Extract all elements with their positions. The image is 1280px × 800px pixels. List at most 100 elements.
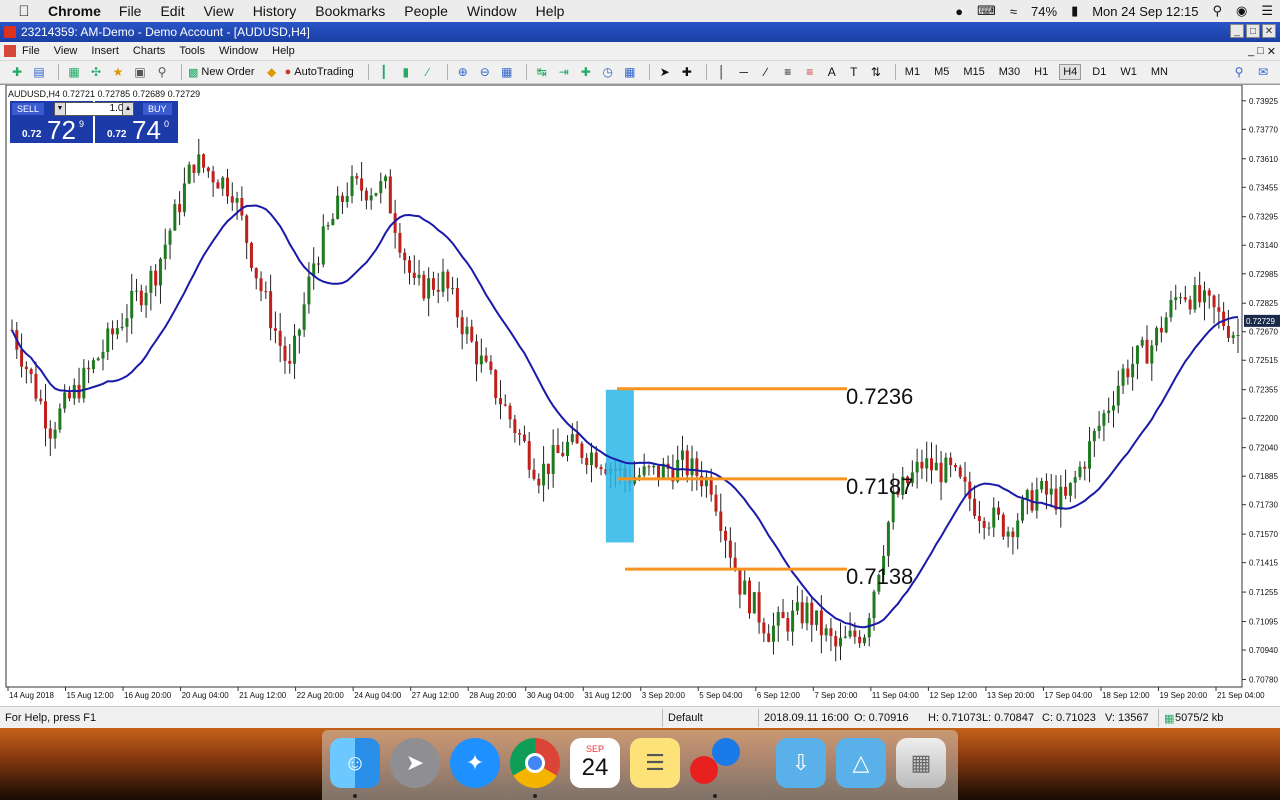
trendline-icon[interactable]: ∕ <box>757 63 775 81</box>
terminal-icon[interactable]: ▣ <box>131 63 149 81</box>
bear-candle <box>494 369 498 399</box>
timeframe-m30[interactable]: M30 <box>996 65 1023 79</box>
downloads-folder-icon[interactable]: ⇩ <box>776 738 826 788</box>
keyboard-icon[interactable]: ⌨ <box>977 3 996 19</box>
wifi-icon[interactable]: ≈ <box>1010 4 1017 19</box>
cursor-icon[interactable]: ➤ <box>656 63 674 81</box>
menubar-datetime[interactable]: Mon 24 Sep 12:15 <box>1092 4 1198 19</box>
indicators-icon[interactable]: ✚ <box>577 63 595 81</box>
strategy-tester-icon[interactable]: ⚲ <box>153 63 171 81</box>
spotlight-icon[interactable]: ⚲ <box>1212 3 1222 19</box>
menubar-history[interactable]: History <box>253 3 297 19</box>
chart-canvas[interactable]: 0.73925 0.73770 0.73610 0.73455 0.73295 0.731… <box>0 85 1280 707</box>
app-menu-charts[interactable]: Charts <box>133 45 165 57</box>
app-menu-help[interactable]: Help <box>272 45 295 57</box>
timeframe-m5[interactable]: M5 <box>931 65 952 79</box>
menubar-app-name[interactable]: Chrome <box>48 3 101 19</box>
launchpad-icon[interactable]: ➤ <box>390 738 440 788</box>
date-tick-label: 7 Sep 20:00 <box>814 691 858 700</box>
menubar-people[interactable]: People <box>404 3 448 19</box>
crosshair-icon[interactable]: ✚ <box>678 63 696 81</box>
status-profile[interactable]: Default <box>668 712 703 724</box>
timeframe-d1[interactable]: D1 <box>1089 65 1109 79</box>
siri-icon[interactable]: ◉ <box>1236 3 1247 19</box>
photo-booth-icon[interactable] <box>690 738 740 788</box>
close-button[interactable]: ✕ <box>1262 24 1276 38</box>
bear-candle <box>810 602 814 625</box>
data-window-icon[interactable]: ✣ <box>87 63 105 81</box>
text-icon[interactable]: A <box>823 63 841 81</box>
battery-percent[interactable]: 74% <box>1031 4 1057 19</box>
safari-icon[interactable]: ✦ <box>450 738 500 788</box>
app-menu-insert[interactable]: Insert <box>91 45 119 57</box>
minimize-button[interactable]: _ <box>1230 24 1244 38</box>
templates-icon[interactable]: ▦ <box>621 63 639 81</box>
auto-scroll-icon[interactable]: ↹ <box>533 63 551 81</box>
menubar-view[interactable]: View <box>204 3 234 19</box>
maximize-button[interactable]: □ <box>1246 24 1260 38</box>
fibonacci-icon[interactable]: ≡ <box>801 63 819 81</box>
candlestick-icon[interactable]: ▮ <box>397 63 415 81</box>
date-tick-label: 15 Aug 12:00 <box>67 691 115 700</box>
bull-candle <box>915 461 919 473</box>
drive-folder-icon[interactable]: △ <box>836 738 886 788</box>
line-chart-icon[interactable]: ∕ <box>419 63 437 81</box>
creative-cloud-icon[interactable]: ● <box>955 4 963 19</box>
bar-chart-icon[interactable]: ┃ <box>375 63 393 81</box>
market-watch-icon[interactable]: ▦ <box>65 63 83 81</box>
timeframe-m1[interactable]: M1 <box>902 65 923 79</box>
photo-booth-running-indicator <box>713 794 717 798</box>
tile-windows-icon[interactable]: ▦ <box>498 63 516 81</box>
new-order-button[interactable]: ▩ New Order <box>188 66 255 79</box>
lot-increase-button[interactable]: ▲ <box>122 102 134 116</box>
bear-candle <box>513 419 517 434</box>
timeframe-w1[interactable]: W1 <box>1117 65 1140 79</box>
new-chart-icon[interactable]: ✚ <box>8 63 26 81</box>
notes-icon[interactable]: ☰ <box>630 738 680 788</box>
finder-icon[interactable]: ☺ <box>330 738 380 788</box>
menubar-file[interactable]: File <box>119 3 142 19</box>
timeframe-h4[interactable]: H4 <box>1059 64 1082 80</box>
channel-icon[interactable]: ≡ <box>779 63 797 81</box>
apple-icon[interactable]:  <box>0 3 48 20</box>
periods-icon[interactable]: ◷ <box>599 63 617 81</box>
timeframe-mn[interactable]: MN <box>1148 65 1171 79</box>
mdi-minimize-button[interactable]: _ <box>1248 45 1254 58</box>
profiles-icon[interactable]: ▤ <box>30 63 48 81</box>
auto-trading-button[interactable]: ● AutoTrading <box>285 66 354 78</box>
vertical-line-icon[interactable]: │ <box>713 63 731 81</box>
navigator-icon[interactable]: ★ <box>109 63 127 81</box>
arrows-icon[interactable]: ⇅ <box>867 63 885 81</box>
horizontal-line-icon[interactable]: ─ <box>735 63 753 81</box>
menubar-edit[interactable]: Edit <box>160 3 184 19</box>
lot-decrease-button[interactable]: ▼ <box>54 102 66 116</box>
bear-candle <box>748 580 752 614</box>
search-icon[interactable]: ⚲ <box>1230 63 1248 81</box>
app-menu-window[interactable]: Window <box>219 45 258 57</box>
menubar-window[interactable]: Window <box>467 3 517 19</box>
chart-document-icon[interactable] <box>4 45 16 57</box>
metaeditor-icon[interactable]: ◆ <box>263 63 281 81</box>
timeframe-m15[interactable]: M15 <box>960 65 987 79</box>
auto-trading-icon: ● <box>284 66 292 78</box>
chat-icon[interactable]: ✉ <box>1254 63 1272 81</box>
zoom-in-icon[interactable]: ⊕ <box>454 63 472 81</box>
menubar-bookmarks[interactable]: Bookmarks <box>315 3 385 19</box>
timeframe-h1[interactable]: H1 <box>1031 65 1051 79</box>
app-menu-view[interactable]: View <box>54 45 78 57</box>
mdi-restore-button[interactable]: □ <box>1257 45 1264 58</box>
price-chart[interactable]: 0.73925 0.73770 0.73610 0.73455 0.73295 0.731… <box>0 84 1280 706</box>
mdi-close-button[interactable]: ✕ <box>1267 45 1276 58</box>
calendar-icon[interactable]: SEP 24 <box>570 738 620 788</box>
trash-icon[interactable]: ▦ <box>896 738 946 788</box>
zoom-out-icon[interactable]: ⊖ <box>476 63 494 81</box>
app-menu-file[interactable]: File <box>22 45 40 57</box>
battery-icon[interactable]: ▮ <box>1071 3 1078 19</box>
menubar-help[interactable]: Help <box>536 3 565 19</box>
text-label-icon[interactable]: T <box>845 63 863 81</box>
chrome-icon[interactable] <box>510 738 560 788</box>
chart-shift-icon[interactable]: ⇥ <box>555 63 573 81</box>
app-menu-tools[interactable]: Tools <box>179 45 205 57</box>
notification-center-icon[interactable]: ☰ <box>1261 3 1273 19</box>
menubar-status-area: ● ⌨ ≈ 74% ▮ Mon 24 Sep 12:15 ⚲ ◉ ☰ <box>948 0 1280 22</box>
